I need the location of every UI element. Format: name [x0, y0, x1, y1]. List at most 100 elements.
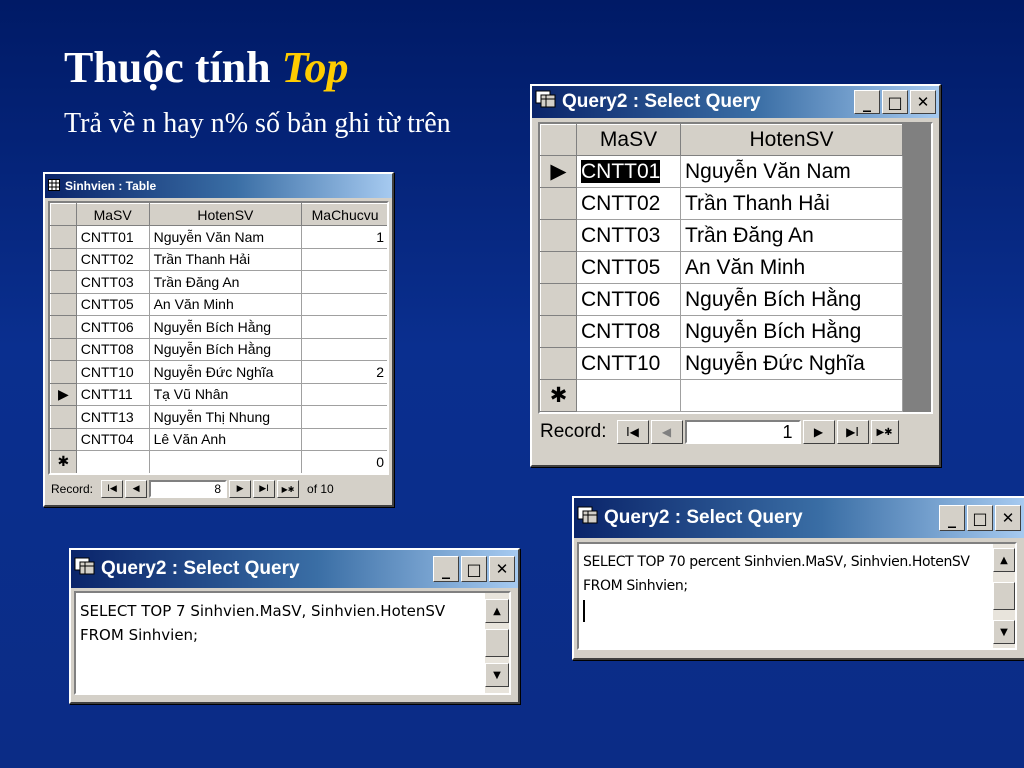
maximize-button[interactable]: □ [967, 505, 993, 531]
cell-masv[interactable]: CNTT13 [75, 405, 150, 429]
cell-machucvu[interactable] [301, 270, 387, 294]
cell-masv[interactable] [75, 450, 150, 473]
cell-masv[interactable]: CNTT08 [75, 337, 150, 361]
cell-masv[interactable]: CNTT05 [576, 251, 681, 284]
row-selector[interactable] [540, 219, 577, 252]
first-record-button[interactable]: I◀ [616, 420, 649, 444]
minimize-button[interactable]: _ [854, 90, 880, 114]
scroll-up-button[interactable]: ▲ [993, 548, 1015, 572]
cell-masv[interactable]: CNTT11 [75, 382, 150, 406]
table-row[interactable]: CNTT05 An Văn Minh [50, 292, 387, 316]
cell-hotensv[interactable]: Nguyễn Đức Nghĩa [148, 360, 303, 384]
result-row[interactable]: CNTT05 An Văn Minh [540, 251, 903, 284]
next-record-button[interactable]: ▶ [229, 480, 252, 498]
sql-text-area[interactable]: SELECT TOP 7 Sinhvien.MaSV, Sinhvien.Hot… [74, 591, 511, 695]
cell-masv[interactable]: CNTT06 [576, 283, 681, 316]
cell-machucvu[interactable] [301, 247, 387, 271]
row-selector[interactable] [50, 225, 77, 249]
table-row[interactable]: CNTT03 Trần Đăng An [50, 270, 387, 294]
cell-hotensv[interactable]: Trần Đăng An [680, 219, 903, 252]
result-row[interactable]: CNTT10 Nguyễn Đức Nghĩa [540, 347, 903, 380]
row-selector[interactable] [540, 187, 577, 220]
cell-masv[interactable]: CNTT01 [75, 225, 150, 249]
close-button[interactable]: ✕ [489, 556, 515, 582]
cell-hotensv[interactable]: Nguyễn Bích Hằng [680, 283, 903, 316]
cell-hotensv[interactable]: Lê Văn Anh [148, 427, 303, 451]
cell-machucvu[interactable] [301, 315, 387, 339]
cell-machucvu[interactable] [301, 337, 387, 361]
vertical-scrollbar[interactable]: ▲ ▼ [993, 544, 1015, 648]
result-row[interactable]: CNTT08 Nguyễn Bích Hằng [540, 315, 903, 348]
row-selector[interactable]: ▶ [540, 155, 577, 188]
column-header-masv[interactable]: MaSV [75, 203, 150, 226]
vertical-scrollbar[interactable]: ▲ ▼ [485, 593, 509, 693]
maximize-button[interactable]: □ [882, 90, 908, 114]
cell-hotensv[interactable]: Nguyễn Bích Hằng [148, 315, 303, 339]
cell-masv[interactable]: CNTT05 [75, 292, 150, 316]
minimize-button[interactable]: _ [939, 505, 965, 531]
cell-masv[interactable] [576, 379, 681, 412]
cell-hotensv[interactable]: Trần Thanh Hải [148, 247, 303, 271]
cell-hotensv[interactable]: Nguyễn Bích Hằng [680, 315, 903, 348]
sql-text-area[interactable]: SELECT TOP 70 percent Sinhvien.MaSV, Sin… [577, 542, 1017, 650]
scroll-up-button[interactable]: ▲ [485, 599, 509, 623]
scroll-down-button[interactable]: ▼ [485, 663, 509, 687]
close-button[interactable]: ✕ [910, 90, 936, 114]
row-selector[interactable] [540, 347, 577, 380]
last-record-button[interactable]: ▶I [836, 420, 869, 444]
maximize-button[interactable]: □ [461, 556, 487, 582]
cell-machucvu[interactable]: 0 [301, 450, 387, 473]
table-row[interactable]: CNTT10 Nguyễn Đức Nghĩa 2 [50, 360, 387, 384]
cell-masv[interactable]: CNTT10 [75, 360, 150, 384]
cell-masv[interactable]: CNTT02 [75, 247, 150, 271]
table-row[interactable]: CNTT13 Nguyễn Thị Nhung [50, 405, 387, 429]
table-row[interactable]: CNTT04 Lê Văn Anh [50, 427, 387, 451]
record-number-field[interactable]: 1 [684, 420, 801, 444]
cell-machucvu[interactable] [301, 292, 387, 316]
row-selector[interactable] [50, 292, 77, 316]
row-selector[interactable] [50, 247, 77, 271]
cell-hotensv[interactable]: Trần Đăng An [148, 270, 303, 294]
result-row[interactable]: ✱ [540, 379, 903, 412]
table-row[interactable]: CNTT06 Nguyễn Bích Hằng [50, 315, 387, 339]
result-window-titlebar[interactable]: Query2 : Select Query _ □ ✕ [532, 86, 939, 118]
result-row[interactable]: ▶ CNTT01 Nguyễn Văn Nam [540, 155, 903, 188]
result-row[interactable]: CNTT03 Trần Đăng An [540, 219, 903, 252]
cell-hotensv[interactable]: An Văn Minh [680, 251, 903, 284]
row-selector[interactable] [50, 427, 77, 451]
next-record-button[interactable]: ▶ [802, 420, 835, 444]
table-window-titlebar[interactable]: Sinhvien : Table [45, 174, 392, 198]
cell-hotensv[interactable]: Nguyễn Văn Nam [148, 225, 303, 249]
column-header-machucvu[interactable]: MaChucvu [301, 203, 387, 226]
row-selector[interactable] [540, 283, 577, 316]
column-header-hotensv[interactable]: HotenSV [148, 203, 303, 226]
row-selector[interactable]: ✱ [540, 379, 577, 412]
sql-window-titlebar[interactable]: Query2 : Select Query _ □ ✕ [71, 550, 518, 588]
row-selector[interactable] [540, 315, 577, 348]
sql-window-titlebar[interactable]: Query2 : Select Query _ □ ✕ [574, 498, 1024, 538]
new-record-button[interactable]: ▶✱ [870, 420, 899, 444]
table-row[interactable]: CNTT08 Nguyễn Bích Hằng [50, 337, 387, 361]
record-number-field[interactable]: 8 [149, 480, 228, 498]
close-button[interactable]: ✕ [995, 505, 1021, 531]
cell-hotensv[interactable]: Nguyễn Đức Nghĩa [680, 347, 903, 380]
cell-hotensv[interactable]: Tạ Vũ Nhân [148, 382, 303, 406]
scroll-down-button[interactable]: ▼ [993, 620, 1015, 644]
column-header-masv[interactable]: MaSV [576, 124, 681, 156]
row-selector[interactable] [50, 337, 77, 361]
row-selector[interactable]: ▶ [50, 382, 77, 406]
row-selector[interactable] [50, 405, 77, 429]
cell-hotensv[interactable] [148, 450, 303, 473]
table-row[interactable]: ✱ 0 [50, 450, 387, 473]
row-selector[interactable] [50, 270, 77, 294]
cell-masv[interactable]: CNTT08 [576, 315, 681, 348]
last-record-button[interactable]: ▶I [253, 480, 276, 498]
scroll-thumb[interactable] [485, 629, 509, 657]
cell-hotensv[interactable]: An Văn Minh [148, 292, 303, 316]
table-row[interactable]: CNTT01 Nguyễn Văn Nam 1 [50, 225, 387, 249]
table-row[interactable]: ▶ CNTT11 Tạ Vũ Nhân [50, 382, 387, 406]
cell-masv[interactable]: CNTT10 [576, 347, 681, 380]
previous-record-button[interactable]: ◀ [125, 480, 148, 498]
cell-hotensv[interactable] [680, 379, 903, 412]
new-record-button[interactable]: ▶✱ [277, 480, 300, 498]
